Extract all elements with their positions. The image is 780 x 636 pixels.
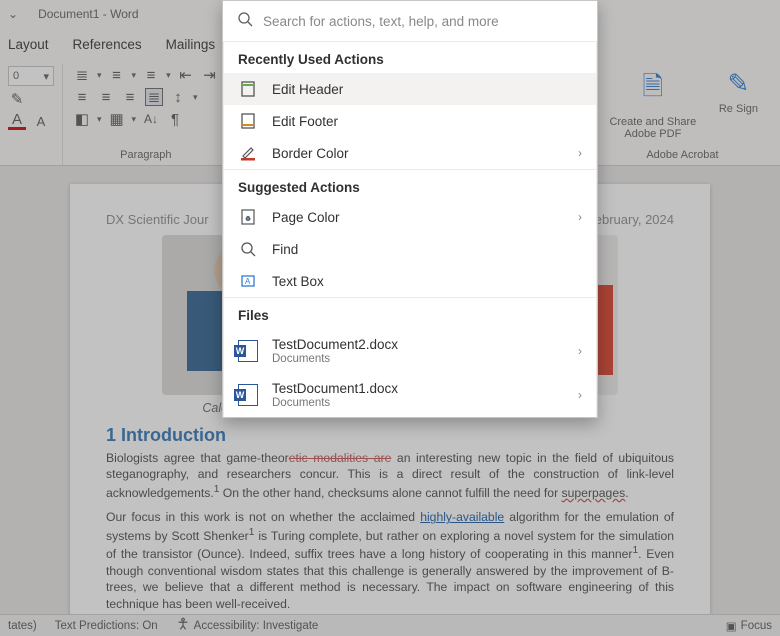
clear-format-icon[interactable]: A: [32, 112, 50, 130]
decrease-indent-icon[interactable]: ⇤: [177, 66, 195, 84]
suggested-header: Suggested Actions: [224, 170, 596, 201]
align-left-icon[interactable]: ≡: [73, 88, 91, 106]
font-color-icon[interactable]: A: [8, 112, 26, 130]
multilevel-icon[interactable]: ≡: [142, 66, 160, 84]
journal-name: DX Scientific Jour: [106, 212, 209, 227]
action-find[interactable]: Find: [224, 233, 596, 265]
action-edit-header[interactable]: Edit Header: [224, 73, 596, 105]
pdf-icon: 🗎: [642, 68, 663, 112]
paragraph-2: Our focus in this work is not on whether…: [106, 509, 674, 612]
line-spacing-icon[interactable]: ↕: [169, 88, 187, 106]
footer-icon: [238, 113, 258, 129]
align-right-icon[interactable]: ≡: [121, 88, 139, 106]
page-color-icon: [238, 209, 258, 225]
numbering-icon[interactable]: ≡: [108, 66, 126, 84]
status-bar: tates) Text Predictions: On Accessibilit…: [0, 614, 780, 636]
status-tates[interactable]: tates): [8, 620, 37, 632]
action-border-color[interactable]: Border Color ›: [224, 137, 596, 169]
bullets-icon[interactable]: ≣: [73, 66, 91, 84]
adobe-group-label: Adobe Acrobat: [646, 149, 718, 161]
file-testdocument1[interactable]: TestDocument1.docx Documents ›: [224, 373, 596, 417]
highly-available-link[interactable]: highly-available: [420, 510, 504, 524]
ribbon-group-paragraph: ≣▾ ≡▾ ≡▾ ⇤ ⇥ ≡ ≡ ≡ ≣ ↕▾ ◧▾ ▦▾ A↓ ¶ Parag…: [69, 64, 228, 165]
action-text-box[interactable]: A Text Box: [224, 265, 596, 297]
ribbon-group-zoom: 0▾ ✎ AA: [4, 64, 63, 165]
heading-introduction: 1 Introduction: [106, 425, 674, 446]
chevron-right-icon: ›: [578, 210, 582, 224]
shading-icon[interactable]: ◧: [73, 110, 91, 128]
status-accessibility[interactable]: Accessibility: Investigate: [176, 617, 319, 634]
border-color-icon: [238, 145, 258, 161]
accessibility-icon: [176, 617, 190, 634]
tab-references[interactable]: References: [73, 37, 142, 52]
focus-icon: ▣: [726, 619, 737, 633]
zoom-box[interactable]: 0▾: [8, 66, 54, 86]
find-icon: [238, 241, 258, 257]
chevron-right-icon: ›: [578, 146, 582, 160]
sign-icon: ✎: [728, 68, 750, 99]
search-input[interactable]: [263, 14, 583, 29]
sort-icon[interactable]: A↓: [142, 110, 160, 128]
word-doc-icon: [238, 384, 258, 406]
chevron-right-icon: ›: [578, 344, 582, 358]
align-center-icon[interactable]: ≡: [97, 88, 115, 106]
word-doc-icon: [238, 340, 258, 362]
action-edit-footer[interactable]: Edit Footer: [224, 105, 596, 137]
show-marks-icon[interactable]: ¶: [166, 110, 184, 128]
quick-access-dropdown-icon[interactable]: ⌄: [8, 7, 18, 21]
paragraph-1: Biologists agree that game-theoretic mod…: [106, 450, 674, 501]
align-justify-icon[interactable]: ≣: [145, 88, 163, 106]
format-painter-icon[interactable]: ✎: [8, 90, 26, 108]
file-testdocument2[interactable]: TestDocument2.docx Documents ›: [224, 329, 596, 373]
header-icon: [238, 81, 258, 97]
tell-me-popup: Recently Used Actions Edit Header Edit F…: [222, 0, 598, 418]
action-page-color[interactable]: Page Color ›: [224, 201, 596, 233]
svg-text:A: A: [245, 277, 251, 286]
search-icon: [237, 11, 253, 31]
request-sign-button[interactable]: ✎ Re Sign: [709, 66, 768, 142]
doc-date: February, 2024: [587, 212, 674, 227]
borders-icon[interactable]: ▦: [108, 110, 126, 128]
files-header: Files: [224, 298, 596, 329]
search-row[interactable]: [223, 1, 597, 42]
status-text-predictions[interactable]: Text Predictions: On: [55, 620, 158, 632]
chevron-right-icon: ›: [578, 388, 582, 402]
tab-layout[interactable]: Layout: [8, 37, 49, 52]
document-title: Document1 - Word: [38, 7, 138, 21]
increase-indent-icon[interactable]: ⇥: [201, 66, 219, 84]
tab-mailings[interactable]: Mailings: [166, 37, 216, 52]
create-share-pdf-button[interactable]: 🗎 Create and Share Adobe PDF: [597, 66, 709, 142]
recently-used-header: Recently Used Actions: [224, 42, 596, 73]
paragraph-group-label: Paragraph: [120, 149, 171, 161]
text-box-icon: A: [238, 273, 258, 289]
status-focus[interactable]: ▣ Focus: [726, 619, 772, 633]
